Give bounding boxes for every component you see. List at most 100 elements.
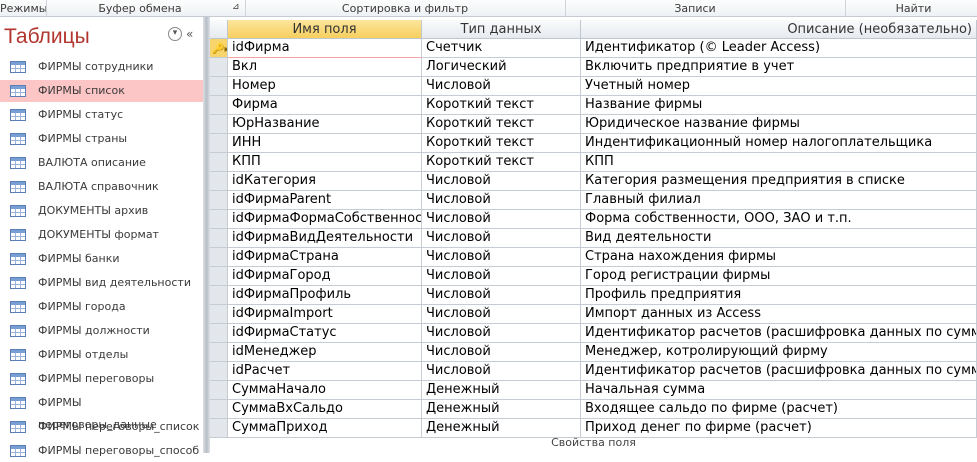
nav-item-table[interactable]: ДОКУМЕНТЫ формат bbox=[0, 224, 203, 246]
row-selector[interactable] bbox=[210, 267, 228, 286]
data-type-cell[interactable]: Числовой bbox=[422, 362, 581, 381]
row-selector[interactable] bbox=[210, 305, 228, 324]
row-selector[interactable]: 🔑▸ bbox=[210, 39, 228, 58]
field-name-cell[interactable]: idМенеджер bbox=[228, 343, 422, 362]
nav-item-table[interactable]: ФИРМЫ переговоры_способ bbox=[0, 440, 203, 462]
row-selector[interactable] bbox=[210, 77, 228, 96]
data-type-cell[interactable]: Короткий текст bbox=[422, 153, 581, 172]
description-cell[interactable]: Главный филиал bbox=[581, 191, 977, 210]
field-name-cell[interactable]: idФирмаParent bbox=[228, 191, 422, 210]
field-name-cell[interactable]: Фирма bbox=[228, 96, 422, 115]
data-type-cell[interactable]: Числовой bbox=[422, 172, 581, 191]
nav-item-table[interactable]: ФИРМЫ банки bbox=[0, 248, 203, 270]
row-selector[interactable] bbox=[210, 153, 228, 172]
description-cell[interactable]: Вид деятельности bbox=[581, 229, 977, 248]
data-type-cell[interactable]: Числовой bbox=[422, 343, 581, 362]
nav-item-table[interactable]: ФИРМЫ список bbox=[0, 80, 203, 102]
row-selector[interactable] bbox=[210, 400, 228, 419]
field-name-cell[interactable]: idФирмаФормаСобственности bbox=[228, 210, 422, 229]
description-cell[interactable]: Индентификационный номер налогоплательщи… bbox=[581, 134, 977, 153]
description-cell[interactable]: Импорт данных из Access bbox=[581, 305, 977, 324]
row-selector[interactable] bbox=[210, 115, 228, 134]
description-cell[interactable]: КПП bbox=[581, 153, 977, 172]
description-cell[interactable]: Идентификатор расчетов (расшифровка данн… bbox=[581, 362, 977, 381]
row-selector[interactable] bbox=[210, 96, 228, 115]
field-name-cell[interactable]: СуммаВхСальдо bbox=[228, 400, 422, 419]
description-cell[interactable]: Идентификатор (© Leader Access) bbox=[581, 39, 977, 58]
field-name-cell[interactable]: КПП bbox=[228, 153, 422, 172]
description-cell[interactable]: Название фирмы bbox=[581, 96, 977, 115]
row-selector[interactable] bbox=[210, 362, 228, 381]
row-selector[interactable] bbox=[210, 343, 228, 362]
nav-item-table[interactable]: ДОКУМЕНТЫ архив bbox=[0, 200, 203, 222]
data-type-cell[interactable]: Числовой bbox=[422, 324, 581, 343]
description-cell[interactable]: Менеджер, котролирующий фирму bbox=[581, 343, 977, 362]
row-selector[interactable] bbox=[210, 58, 228, 77]
data-type-cell[interactable]: Счетчик bbox=[422, 39, 581, 58]
row-selector[interactable] bbox=[210, 248, 228, 267]
nav-item-table[interactable]: ФИРМЫ переговоры_список bbox=[0, 416, 203, 438]
field-name-cell[interactable]: idРасчет bbox=[228, 362, 422, 381]
data-type-cell[interactable]: Числовой bbox=[422, 229, 581, 248]
nav-item-table[interactable]: ФИРМЫ города bbox=[0, 296, 203, 318]
nav-item-table[interactable]: ФИРМЫ отделы bbox=[0, 344, 203, 366]
description-cell[interactable]: Включить предприятие в учет bbox=[581, 58, 977, 77]
collapse-pane-icon[interactable]: « bbox=[186, 27, 193, 41]
description-cell[interactable]: Входящее сальдо по фирме (расчет) bbox=[581, 400, 977, 419]
field-name-cell[interactable]: Вкл bbox=[228, 58, 422, 77]
nav-item-table[interactable]: ФИРМЫ переговоры_данные bbox=[0, 392, 203, 431]
description-cell[interactable]: Страна нахождения фирмы bbox=[581, 248, 977, 267]
data-type-cell[interactable]: Денежный bbox=[422, 381, 581, 400]
description-cell[interactable]: Юридическое название фирмы bbox=[581, 115, 977, 134]
row-selector[interactable] bbox=[210, 324, 228, 343]
row-selector[interactable] bbox=[210, 172, 228, 191]
row-selector[interactable] bbox=[210, 134, 228, 153]
description-cell[interactable]: Учетный номер bbox=[581, 77, 977, 96]
field-name-cell[interactable]: idФирмаГород bbox=[228, 267, 422, 286]
row-selector[interactable] bbox=[210, 210, 228, 229]
nav-item-table[interactable]: ВАЛЮТА описание bbox=[0, 152, 203, 174]
field-name-cell[interactable]: Номер bbox=[228, 77, 422, 96]
field-name-cell[interactable]: idФирмаСтрана bbox=[228, 248, 422, 267]
row-selector[interactable] bbox=[210, 191, 228, 210]
dialog-launcher-icon[interactable]: ⊿ bbox=[232, 2, 240, 12]
description-cell[interactable]: Город регистрации фирмы bbox=[581, 267, 977, 286]
field-name-cell[interactable]: idФирмаВидДеятельности bbox=[228, 229, 422, 248]
nav-item-table[interactable]: ФИРМЫ переговоры bbox=[0, 368, 203, 390]
description-cell[interactable]: Идентификатор расчетов (расшифровка данн… bbox=[581, 324, 977, 343]
data-type-cell[interactable]: Денежный bbox=[422, 400, 581, 419]
row-selector[interactable] bbox=[210, 229, 228, 248]
description-cell[interactable]: Профиль предприятия bbox=[581, 286, 977, 305]
row-selector[interactable] bbox=[210, 381, 228, 400]
data-type-cell[interactable]: Числовой bbox=[422, 248, 581, 267]
nav-item-table[interactable]: ВАЛЮТА справочник bbox=[0, 176, 203, 198]
nav-item-table[interactable]: ФИРМЫ сотрудники bbox=[0, 56, 203, 78]
nav-item-table[interactable]: ФИРМЫ вид деятельности bbox=[0, 272, 203, 294]
row-selector[interactable] bbox=[210, 286, 228, 305]
data-type-cell[interactable]: Короткий текст bbox=[422, 134, 581, 153]
pane-splitter[interactable] bbox=[203, 17, 210, 453]
data-type-cell[interactable]: Короткий текст bbox=[422, 96, 581, 115]
field-name-cell[interactable]: idФирмаСтатус bbox=[228, 324, 422, 343]
field-name-cell[interactable]: СуммаНачало bbox=[228, 381, 422, 400]
description-cell[interactable]: Форма собственности, ООО, ЗАО и т.п. bbox=[581, 210, 977, 229]
nav-item-table[interactable]: ФИРМЫ страны bbox=[0, 128, 203, 150]
data-type-cell[interactable]: Числовой bbox=[422, 286, 581, 305]
nav-item-table[interactable]: ФИРМЫ должности bbox=[0, 320, 203, 342]
select-all-corner[interactable] bbox=[210, 20, 228, 39]
field-name-cell[interactable]: idФирмаImport bbox=[228, 305, 422, 324]
data-type-cell[interactable]: Числовой bbox=[422, 305, 581, 324]
description-cell[interactable]: Начальная сумма bbox=[581, 381, 977, 400]
data-type-cell[interactable]: Логический bbox=[422, 58, 581, 77]
data-type-cell[interactable]: Числовой bbox=[422, 210, 581, 229]
description-cell[interactable]: Категория размещения предприятия в списк… bbox=[581, 172, 977, 191]
nav-item-table[interactable]: ФИРМЫ статус bbox=[0, 104, 203, 126]
field-name-cell[interactable]: idКатегория bbox=[228, 172, 422, 191]
data-type-cell[interactable]: Короткий текст bbox=[422, 115, 581, 134]
field-name-cell[interactable]: idФирмаПрофиль bbox=[228, 286, 422, 305]
data-type-cell[interactable]: Числовой bbox=[422, 191, 581, 210]
chevron-down-icon[interactable]: ▾ bbox=[168, 27, 182, 41]
field-name-cell[interactable]: ИНН bbox=[228, 134, 422, 153]
field-name-cell[interactable]: ЮрНазвание bbox=[228, 115, 422, 134]
data-type-cell[interactable]: Числовой bbox=[422, 77, 581, 96]
